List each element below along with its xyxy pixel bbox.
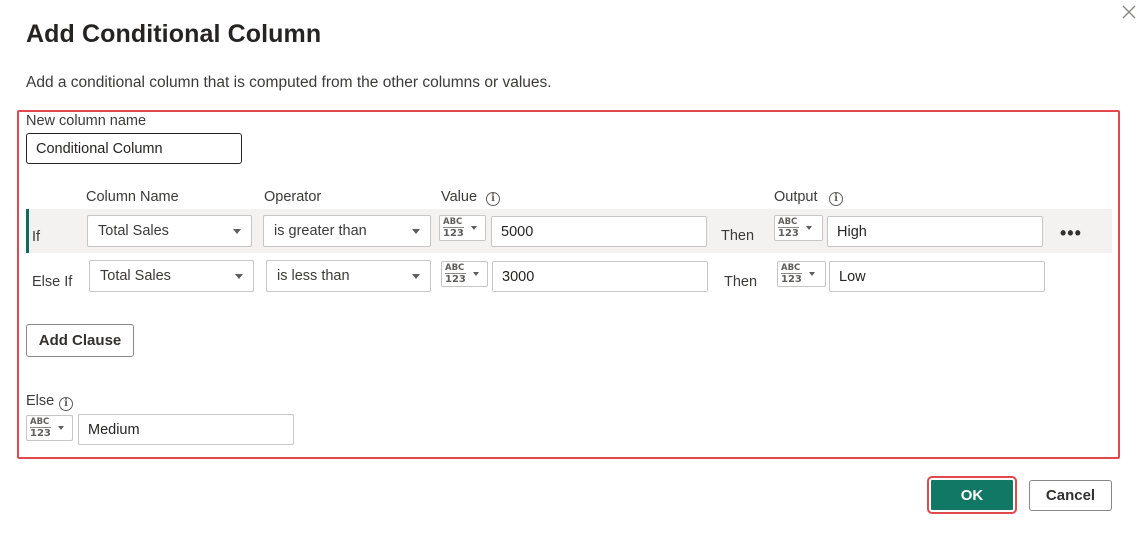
chevron-down-icon [235, 273, 243, 279]
select-value: is less than [277, 268, 350, 284]
clause-value-input[interactable] [491, 216, 707, 247]
dialog-description: Add a conditional column that is compute… [26, 74, 552, 91]
ok-button[interactable]: OK [927, 476, 1017, 514]
output-type-button[interactable]: ABC 123 [774, 215, 823, 241]
then-label: Then [721, 228, 755, 244]
info-icon[interactable]: i [59, 397, 73, 411]
close-button[interactable] [1119, 2, 1139, 22]
chevron-down-icon [412, 273, 420, 279]
clause-row-selected-indicator [26, 209, 29, 253]
clause-operator-select[interactable]: is less than [266, 260, 431, 292]
chevron-down-icon [233, 228, 241, 234]
value-type-button[interactable]: ABC 123 [441, 261, 488, 287]
cancel-button[interactable]: Cancel [1029, 480, 1112, 511]
chevron-down-icon [412, 228, 420, 234]
clause-column-select[interactable]: Total Sales [87, 215, 252, 247]
header-column-name: Column Name [86, 189, 179, 205]
add-clause-button[interactable]: Add Clause [26, 324, 134, 357]
header-value: Value [441, 189, 478, 205]
data-type-icon: ABC 123 [445, 263, 466, 285]
select-value: is greater than [274, 223, 367, 239]
clause-column-select[interactable]: Total Sales [89, 260, 254, 292]
select-value: Total Sales [100, 268, 171, 284]
then-label: Then [724, 274, 758, 290]
clause-output-input[interactable] [829, 261, 1045, 292]
chevron-down-icon [470, 226, 477, 230]
info-icon[interactable]: i [486, 192, 500, 206]
clause-value-input[interactable] [492, 261, 708, 292]
else-type-button[interactable]: ABC 123 [26, 415, 73, 441]
clause-keyword-if: If [32, 229, 41, 245]
chevron-down-icon [808, 272, 815, 276]
new-column-label: New column name [26, 113, 147, 129]
header-output: Output [774, 189, 818, 205]
data-type-icon: ABC 123 [443, 217, 464, 239]
else-label: Else [26, 393, 55, 409]
chevron-down-icon [805, 226, 812, 230]
data-type-icon: ABC 123 [778, 217, 799, 239]
dialog-title: Add Conditional Column [26, 20, 322, 48]
value-type-button[interactable]: ABC 123 [439, 215, 486, 241]
output-type-button[interactable]: ABC 123 [777, 261, 826, 287]
data-type-icon: ABC 123 [781, 263, 802, 285]
new-column-name-input[interactable] [26, 133, 242, 164]
chevron-down-icon [472, 272, 479, 276]
close-icon [1122, 5, 1136, 19]
info-icon[interactable]: i [829, 192, 843, 206]
clause-keyword-else-if: Else If [32, 274, 73, 290]
header-operator: Operator [264, 189, 322, 205]
more-options-icon[interactable]: ••• [1060, 223, 1082, 244]
clause-operator-select[interactable]: is greater than [263, 215, 431, 247]
chevron-down-icon [57, 426, 64, 430]
select-value: Total Sales [98, 223, 169, 239]
clause-output-input[interactable] [827, 216, 1043, 247]
data-type-icon: ABC 123 [30, 417, 51, 439]
else-value-input[interactable] [78, 414, 294, 445]
